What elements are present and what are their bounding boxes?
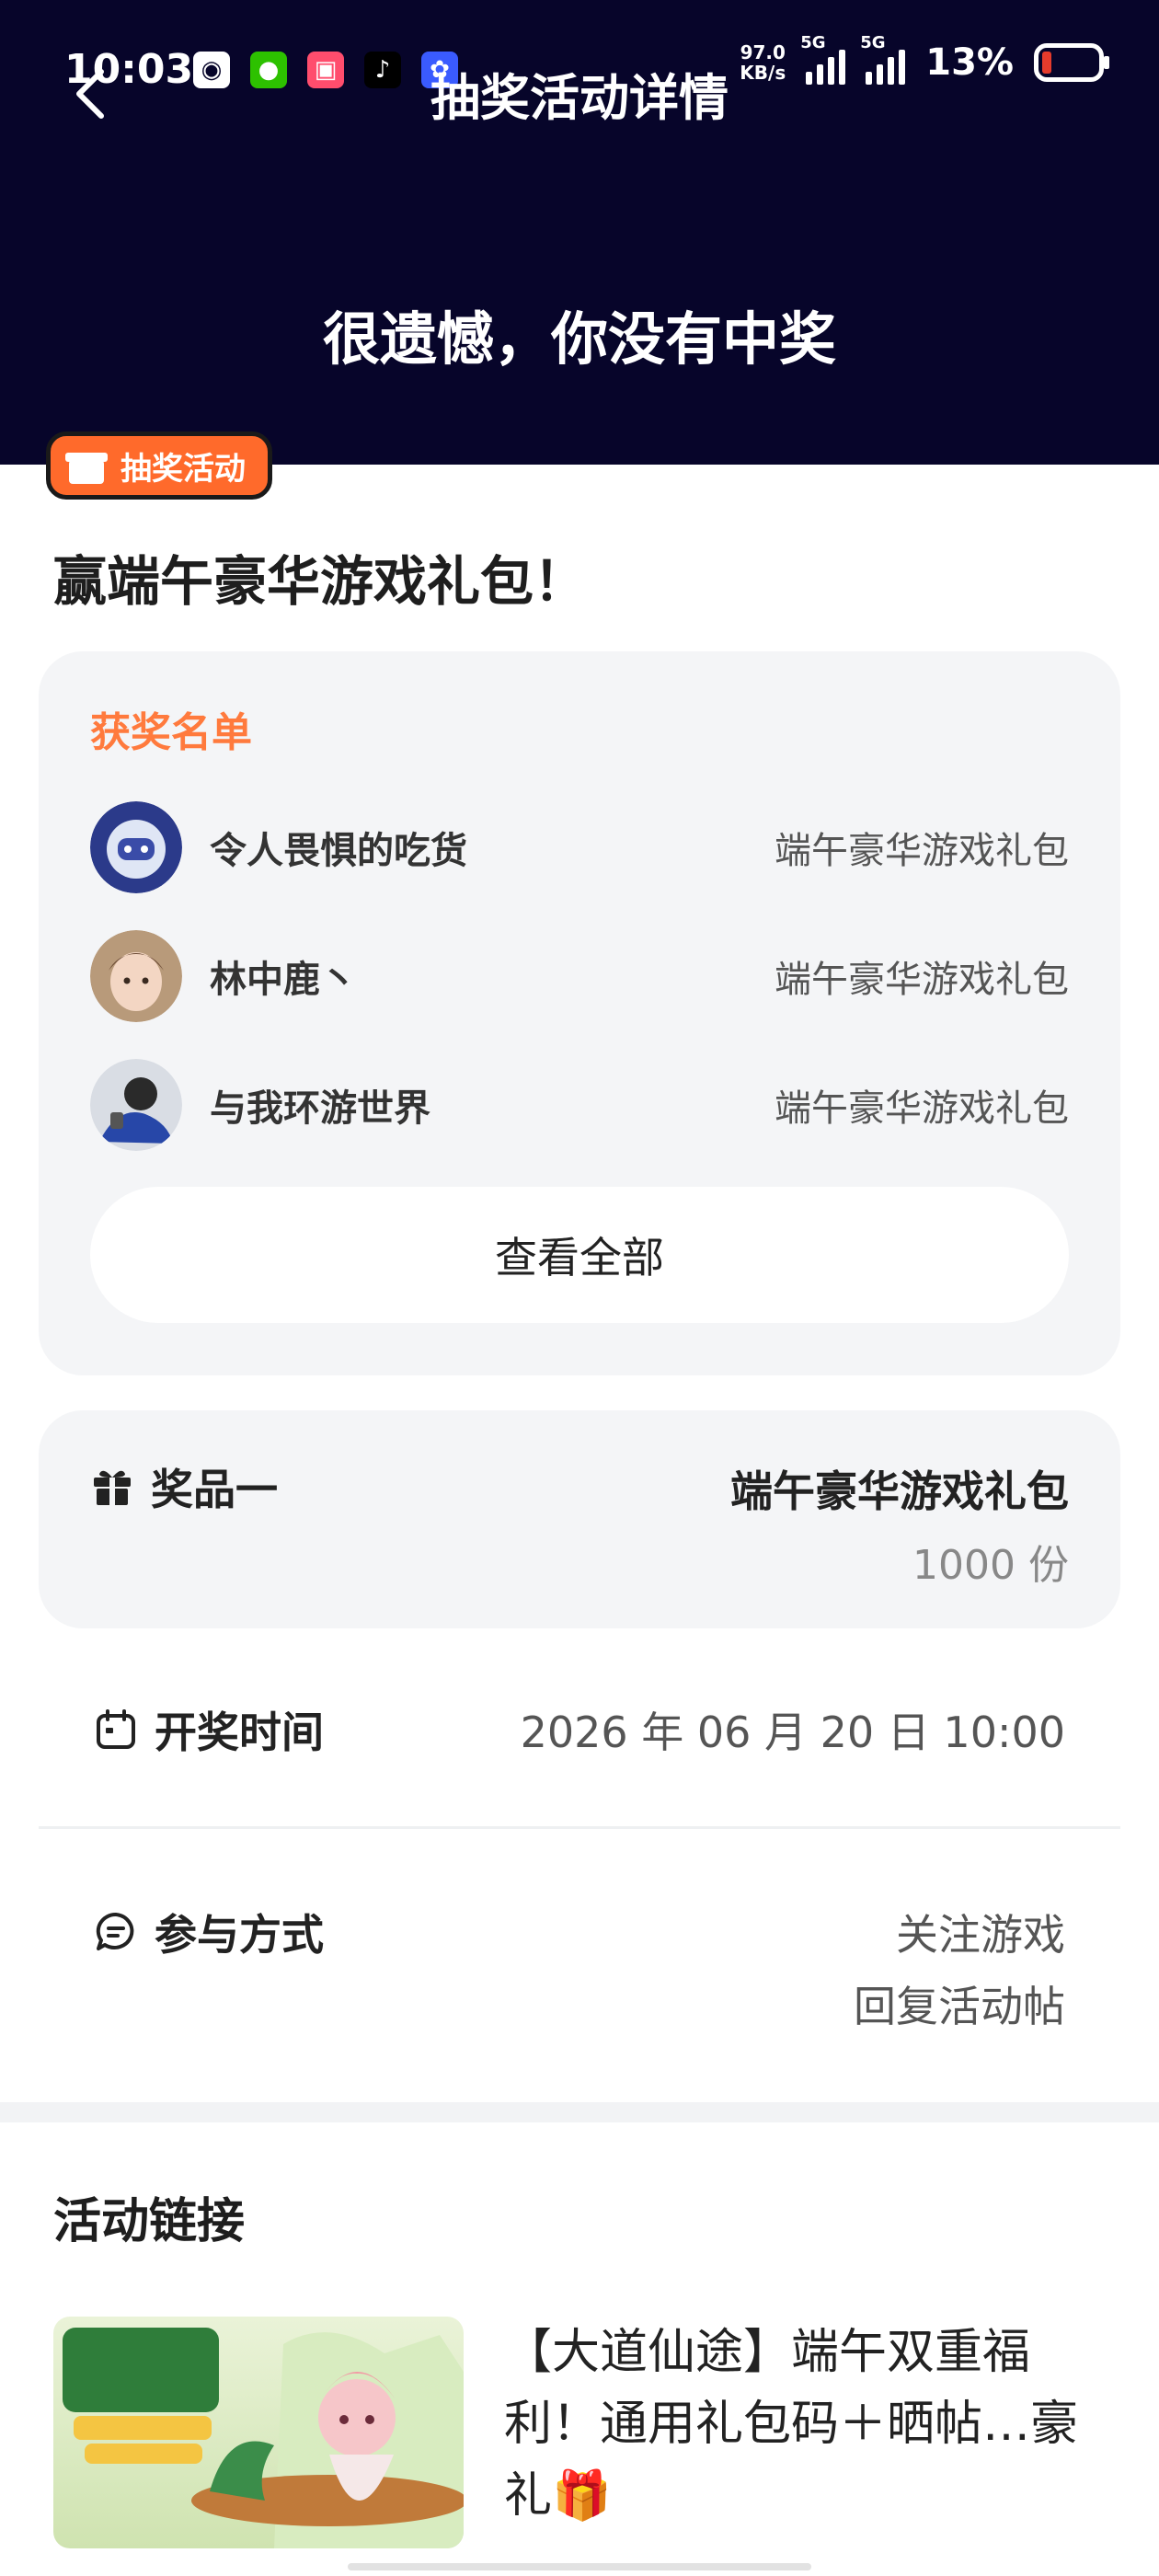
winners-card: 获奖名单 令人畏惧的吃货 端午豪华游戏礼包 林中鹿丶 端午豪华游戏礼包 与我环游… (39, 651, 1120, 1375)
activity-tag: 抽奖活动 (46, 431, 272, 500)
draw-time-label-row: 开奖时间 (94, 1699, 324, 1760)
link-thumbnail (53, 2317, 464, 2548)
winner-row[interactable]: 与我环游世界 端午豪华游戏礼包 (90, 1059, 1069, 1151)
chat-bubble-icon (94, 1910, 138, 1954)
draw-time-label: 开奖时间 (155, 1708, 324, 1757)
activity-link-item[interactable]: 【大道仙途】端午双重福利！通用礼包码＋晒帖…豪礼🎁 (53, 2317, 1106, 2548)
activity-title: 赢端午豪华游戏礼包！ (53, 550, 588, 613)
participation-label: 参与方式 (155, 1910, 324, 1960)
divider (39, 1826, 1120, 1829)
link-title: 【大道仙途】端午双重福利！通用礼包码＋晒帖…豪礼🎁 (504, 2325, 1079, 2524)
avatar (90, 1059, 182, 1151)
result-text: 很遗憾，你没有中奖 (322, 305, 836, 373)
winner-row[interactable]: 林中鹿丶 端午豪华游戏礼包 (90, 930, 1069, 1022)
header: 10:03 ◉ ● ▣ ♪ ✿ 97.0 KB/s 5G 5G 13% 抽奖活动… (0, 0, 1159, 465)
gift-box-icon (65, 447, 108, 484)
home-indicator[interactable] (348, 2563, 811, 2570)
avatar (90, 801, 182, 893)
avatar (90, 930, 182, 1022)
participation-label-row: 参与方式 (94, 1902, 324, 1962)
gift-icon (90, 1465, 134, 1509)
prize-name: 端午豪华游戏礼包 (730, 1466, 1069, 1516)
signal-label: 5G (800, 33, 826, 52)
participation-method: 关注游戏 (896, 1910, 1065, 1960)
calendar-icon (94, 1708, 138, 1752)
prize-quantity: 1000 份 (912, 1542, 1069, 1589)
winner-name: 林中鹿丶 (210, 959, 357, 1001)
signal-label-2: 5G (860, 33, 886, 52)
view-all-button[interactable]: 查看全部 (90, 1187, 1069, 1323)
prize-card: 奖品一 端午豪华游戏礼包 1000 份 (39, 1410, 1120, 1628)
winner-prize: 端午豪华游戏礼包 (775, 1087, 1069, 1130)
page-title: 抽奖活动详情 (430, 69, 729, 127)
links-heading: 活动链接 (53, 2194, 246, 2249)
prize-label-row: 奖品一 (90, 1456, 278, 1517)
section-separator (0, 2102, 1159, 2122)
winners-heading: 获奖名单 (90, 709, 252, 756)
winner-prize: 端午豪华游戏礼包 (775, 830, 1069, 872)
participation-method: 回复活动帖 (854, 1982, 1065, 2031)
main-content: 抽奖活动 赢端午豪华游戏礼包！ 获奖名单 令人畏惧的吃货 端午豪华游戏礼包 林中… (0, 431, 1159, 2102)
winner-prize: 端午豪华游戏礼包 (775, 959, 1069, 1001)
winner-row[interactable]: 令人畏惧的吃货 端午豪华游戏礼包 (90, 801, 1069, 893)
winner-name: 与我环游世界 (210, 1087, 430, 1130)
draw-time-value: 2026 年 06 月 20 日 10:00 (520, 1708, 1065, 1757)
winner-name: 令人畏惧的吃货 (210, 830, 467, 872)
prize-label: 奖品一 (151, 1465, 278, 1514)
activity-tag-label: 抽奖活动 (120, 450, 246, 488)
